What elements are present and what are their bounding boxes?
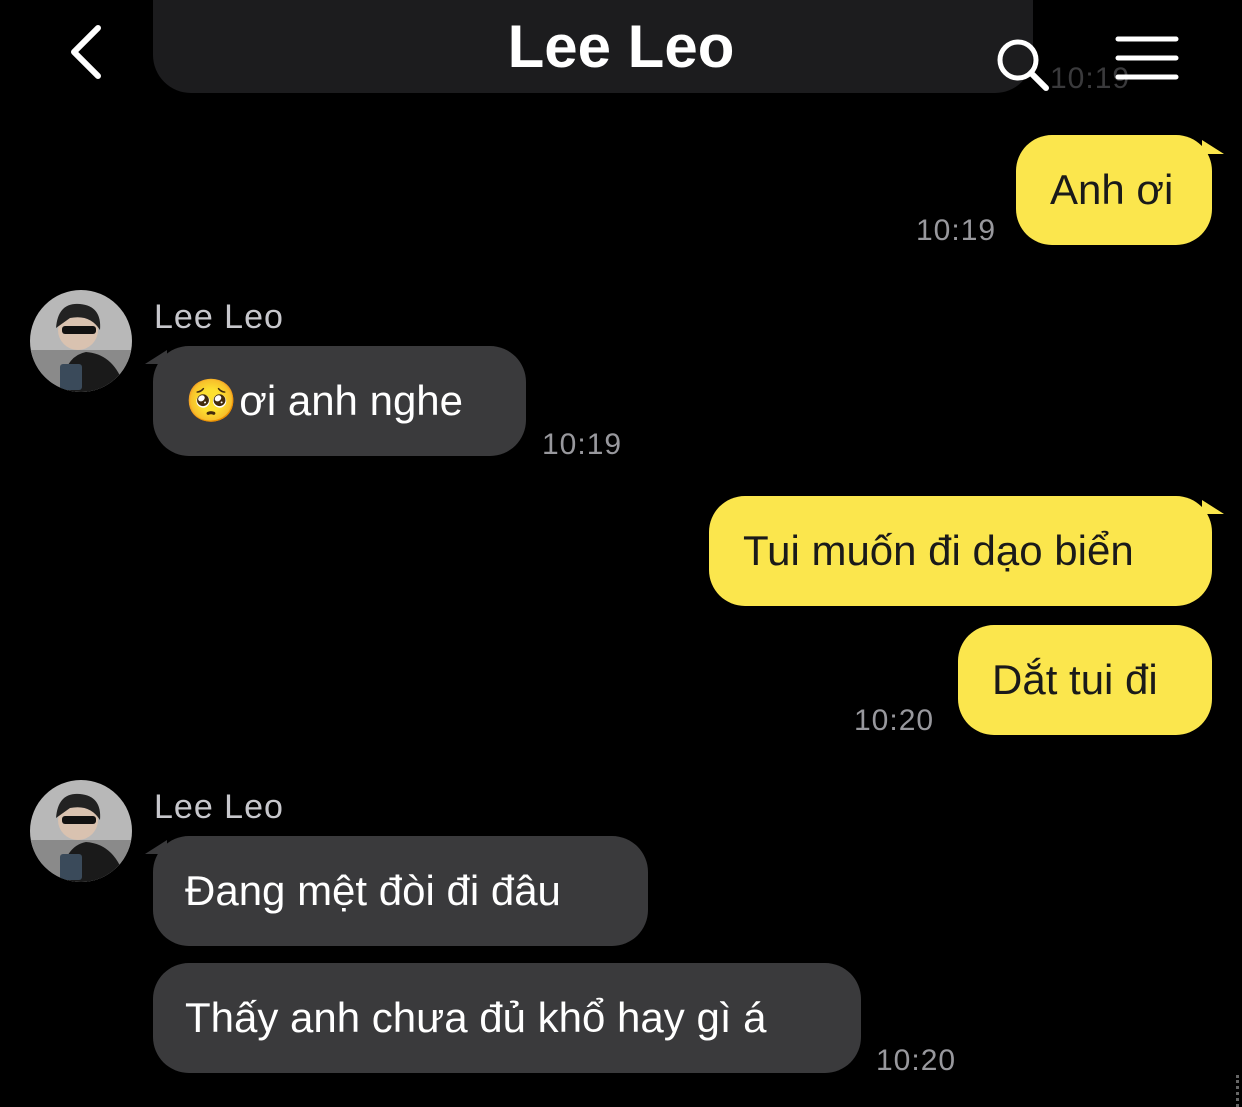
- bubble-tail: [145, 840, 167, 854]
- incoming-message-bubble[interactable]: Đang mệt đòi đi đâu: [153, 836, 648, 946]
- message-text: Dắt tui đi: [992, 656, 1158, 703]
- pleading-face-emoji: 🥺: [185, 376, 238, 425]
- contact-avatar[interactable]: [30, 780, 132, 882]
- message-text: Tui muốn đi dạo biển: [743, 527, 1134, 574]
- scroll-indicator: [1230, 1075, 1239, 1107]
- message-text: Đang mệt đòi đi đâu: [185, 867, 561, 914]
- outgoing-message-bubble[interactable]: Tui muốn đi dạo biển: [709, 496, 1212, 606]
- bubble-tail: [1202, 140, 1224, 154]
- sender-name: Lee Leo: [154, 788, 284, 826]
- outgoing-message-bubble[interactable]: Anh ơi: [1016, 135, 1212, 245]
- incoming-message-bubble[interactable]: Thấy anh chưa đủ khổ hay gì á: [153, 963, 861, 1073]
- message-text: Thấy anh chưa đủ khổ hay gì á: [185, 994, 767, 1041]
- hamburger-menu-icon[interactable]: [1114, 34, 1180, 84]
- search-icon[interactable]: [992, 34, 1052, 94]
- message-time: 10:19: [916, 214, 997, 247]
- message-text: ơi anh nghe: [239, 377, 464, 424]
- message-time: 10:20: [854, 704, 935, 737]
- message-time: 10:19: [542, 428, 623, 461]
- chat-title: Lee Leo: [507, 13, 735, 80]
- message-time: 10:20: [876, 1044, 957, 1077]
- bubble-tail: [1202, 500, 1224, 514]
- message-text: Anh ơi: [1050, 166, 1174, 213]
- bubble-tail: [145, 350, 167, 364]
- outgoing-message-bubble[interactable]: Dắt tui đi: [958, 625, 1212, 735]
- incoming-message-bubble[interactable]: 🥺 ơi anh nghe: [153, 346, 526, 456]
- contact-avatar[interactable]: [30, 290, 132, 392]
- sender-name: Lee Leo: [154, 298, 284, 336]
